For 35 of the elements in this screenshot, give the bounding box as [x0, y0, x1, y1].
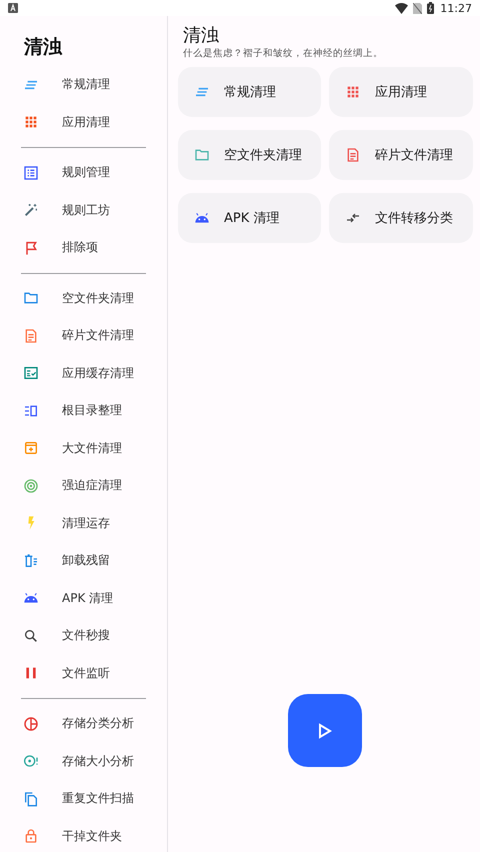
drawer-item[interactable]: 应用清理 [0, 104, 167, 141]
status-time: 11:27 [440, 2, 472, 14]
tool-card[interactable]: APK 清理 [178, 193, 321, 243]
tool-card[interactable]: 空文件夹清理 [178, 130, 321, 180]
drawer-item[interactable]: 存储分类分析 [0, 705, 167, 742]
notification-icon [8, 3, 18, 13]
drawer-item[interactable]: 强迫症清理 [0, 467, 167, 504]
tool-card[interactable]: 应用清理 [329, 67, 473, 117]
drawer-item[interactable]: 清理运存 [0, 504, 167, 542]
drawer-item[interactable]: APK 清理 [0, 580, 167, 617]
drawer-item[interactable]: 重复文件扫描 [0, 780, 167, 818]
play-icon [318, 722, 332, 738]
drawer-item[interactable]: 排除项 [0, 229, 167, 266]
tool-card[interactable]: 文件转移分类 [329, 193, 473, 243]
drawer-title: 清浊 [24, 35, 62, 60]
drawer-item[interactable]: 卸载残留 [0, 542, 167, 580]
drawer-item[interactable]: 大文件清理 [0, 430, 167, 467]
drawer-item[interactable]: 碎片文件清理 [0, 317, 167, 354]
drawer-item[interactable]: 应用缓存清理 [0, 354, 167, 392]
drawer-item[interactable]: 文件秒搜 [0, 617, 167, 654]
sim-card-icon [413, 2, 422, 14]
start-button[interactable] [288, 694, 362, 767]
drawer-item[interactable]: 空文件夹清理 [0, 280, 167, 317]
drawer-item[interactable]: 规则工坊 [0, 192, 167, 229]
drawer-item[interactable]: 根目录整理 [0, 392, 167, 430]
drawer-item[interactable]: 存储大小分析 [0, 742, 167, 780]
tool-card[interactable]: 常规清理 [178, 67, 321, 117]
drawer-item[interactable]: 文件监听 [0, 654, 167, 692]
drawer-item[interactable]: 干掉文件夹 [0, 818, 167, 852]
page-subtitle: 什么是焦虑？褶子和皱纹，在神经的丝绸上。 [183, 47, 383, 60]
drawer-item[interactable]: 规则管理 [0, 154, 167, 192]
wifi-icon [395, 2, 408, 14]
drawer-item[interactable]: 常规清理 [0, 66, 167, 104]
tool-card[interactable]: 碎片文件清理 [329, 130, 473, 180]
page-title: 清浊 [183, 25, 220, 47]
